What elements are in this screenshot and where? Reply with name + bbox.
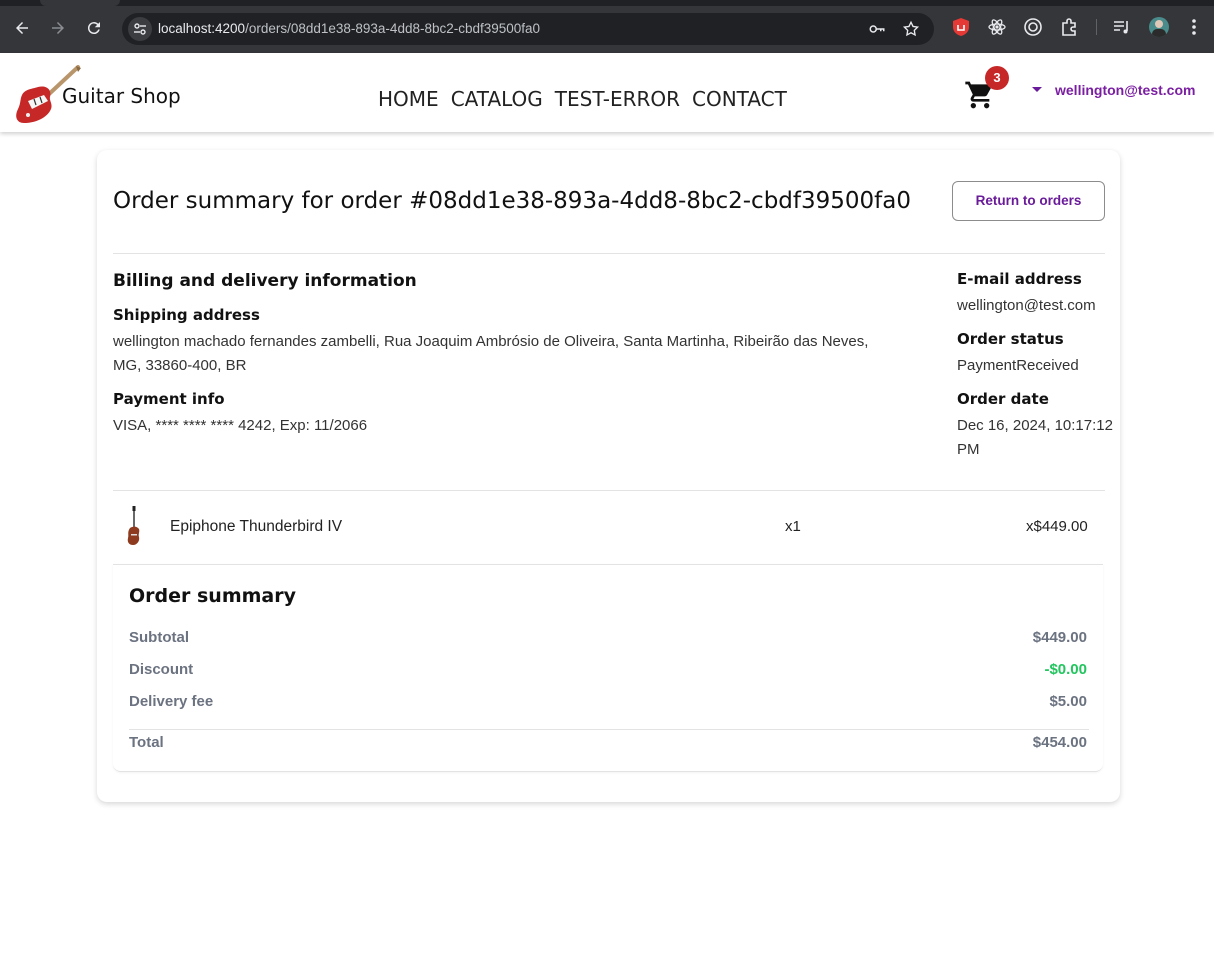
subtotal-label: Subtotal (129, 629, 189, 646)
media-queue-icon[interactable] (1112, 17, 1132, 37)
extensions-puzzle-icon[interactable] (1059, 17, 1079, 37)
divider (113, 253, 1105, 254)
cart-count-badge: 3 (985, 66, 1009, 90)
payment-info: VISA, **** **** **** 4242, Exp: 11/2066 (113, 417, 368, 434)
order-date-label: Order date (957, 390, 1049, 408)
address-bar[interactable]: localhost:4200/orders/08dd1e38-893a-4dd8… (122, 13, 934, 45)
email-value: wellington@test.com (957, 297, 1096, 314)
url-text[interactable]: localhost:4200/orders/08dd1e38-893a-4dd8… (158, 21, 540, 36)
subtotal-value: $449.00 (1032, 629, 1087, 646)
site-info-icon[interactable] (128, 17, 152, 41)
order-date-value: Dec 16, 2024, 10:17:12 PM (957, 417, 1113, 458)
user-menu-button[interactable]: wellington@test.com (1055, 82, 1195, 98)
delivery-fee-value: $5.00 (1049, 693, 1087, 710)
item-name[interactable]: Epiphone Thunderbird IV (170, 518, 342, 536)
total-value: $454.00 (1032, 734, 1087, 751)
item-price: x$449.00 (1026, 518, 1088, 535)
url-host: localhost:4200 (158, 21, 246, 36)
order-card: Order summary for order #08dd1e38-893a-4… (97, 150, 1120, 802)
item-quantity: x1 (785, 518, 801, 535)
summary-title: Order summary (129, 585, 297, 607)
payment-label: Payment info (113, 390, 225, 408)
back-icon[interactable] (8, 14, 36, 42)
react-devtools-icon[interactable] (987, 17, 1007, 37)
forward-icon[interactable] (44, 14, 72, 42)
nav-home-link[interactable]: HOME (378, 87, 439, 111)
summary-divider (129, 729, 1089, 730)
brand-name[interactable]: Guitar Shop (62, 84, 181, 108)
discount-value: -$0.00 (1044, 661, 1087, 678)
order-status-value: PaymentReceived (957, 357, 1079, 374)
password-key-icon[interactable] (868, 20, 886, 38)
toolbar-divider (1096, 19, 1097, 35)
active-tab[interactable] (40, 0, 120, 6)
more-menu-icon[interactable] (1186, 17, 1202, 37)
delivery-fee-label: Delivery fee (129, 693, 214, 710)
target-extension-icon[interactable] (1023, 17, 1043, 37)
app-header: Guitar Shop HOME CATALOG TEST-ERROR CONT… (0, 53, 1214, 132)
url-path: /orders/08dd1e38-893a-4dd8-8bc2-cbdf3950… (245, 21, 541, 36)
divider (113, 490, 1105, 491)
extension-shield-icon[interactable] (951, 17, 971, 37)
reload-icon[interactable] (80, 14, 108, 42)
nav-catalog-link[interactable]: CATALOG (451, 87, 543, 111)
order-status-label: Order status (957, 330, 1064, 348)
product-thumbnail[interactable] (125, 506, 141, 546)
profile-avatar-icon[interactable] (1149, 17, 1169, 37)
nav-test-error-link[interactable]: TEST-ERROR (555, 87, 680, 111)
user-menu-caret-icon[interactable] (1032, 87, 1042, 92)
page-title: Order summary for order #08dd1e38-893a-4… (113, 188, 911, 214)
browser-toolbar: localhost:4200/orders/08dd1e38-893a-4dd8… (0, 0, 1214, 53)
nav-contact-link[interactable]: CONTACT (692, 87, 787, 111)
order-summary-panel: Order summary Subtotal $449.00 Discount … (113, 564, 1103, 772)
billing-heading: Billing and delivery information (113, 271, 417, 291)
tab-strip (0, 0, 1214, 6)
shipping-label: Shipping address (113, 306, 260, 324)
email-label: E-mail address (957, 270, 1082, 288)
main-nav: HOME CATALOG TEST-ERROR CONTACT (378, 87, 787, 111)
bookmark-star-icon[interactable] (902, 20, 920, 38)
total-label: Total (129, 734, 164, 751)
shipping-address: wellington machado fernandes zambelli, R… (113, 333, 869, 374)
return-to-orders-button[interactable]: Return to orders (952, 181, 1105, 221)
discount-label: Discount (129, 661, 194, 678)
